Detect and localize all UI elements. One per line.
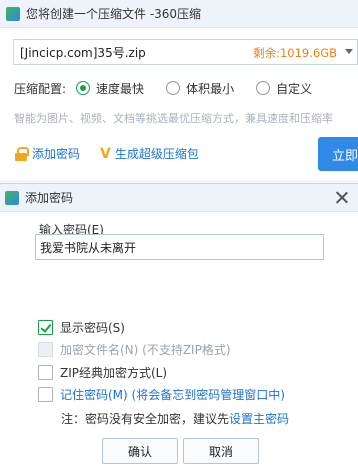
encrypt-filenames-option: 加密文件名(N) (不支持ZIP格式) [38,341,231,358]
add-password-dialog: 添加密码 输入密码(E) 显示密码(S) 加密文件名(N) (不支持ZIP格式)… [0,183,358,474]
dialog-title: 添加密码 [25,191,74,205]
security-note: 注：密码没有安全加密，建议先设置主密码 [61,410,289,427]
radio-custom[interactable] [256,81,271,95]
main-window: 您将创建一个压缩文件 -360压缩 [Jincicp.com]35号.zip 剩… [0,0,358,180]
free-space-label: 剩余:1019.6GB [253,46,337,60]
close-icon[interactable] [332,188,352,208]
compression-options: 压缩配置: 速度最快 体积最小 自定义 [14,78,358,98]
radio-fastest-label[interactable]: 速度最快 [96,80,144,97]
remember-password-label[interactable]: 记住密码(M) (将会备忘到密码管理窗口中) [60,386,285,403]
set-master-password-link[interactable]: 设置主密码 [229,412,289,426]
main-window-title: 您将创建一个压缩文件 -360压缩 [26,7,202,21]
zip-classic-label[interactable]: ZIP经典加密方式(L) [60,364,167,381]
show-password-option[interactable]: 显示密码(S) [38,319,125,336]
cancel-button[interactable]: 取消 [183,438,259,464]
show-password-label[interactable]: 显示密码(S) [60,319,125,336]
super-package-link[interactable]: 生成超级压缩包 [115,145,199,162]
options-label: 压缩配置: [14,81,67,96]
main-titlebar: 您将创建一个压缩文件 -360压缩 [0,0,358,28]
dialog-titlebar: 添加密码 [0,184,358,212]
remember-password-option[interactable]: 记住密码(M) (将会备忘到密码管理窗口中) [38,386,285,403]
zip-classic-checkbox[interactable] [38,365,53,380]
extra-actions: 添加密码 V 生成超级压缩包 [14,145,199,162]
security-note-text: 注：密码没有安全加密，建议先 [61,412,230,426]
encrypt-filenames-label: 加密文件名(N) (不支持ZIP格式) [60,343,231,357]
radio-custom-label[interactable]: 自定义 [276,80,312,97]
compress-now-button[interactable]: 立即压缩 [318,137,358,171]
add-password-link[interactable]: 添加密码 [32,145,80,162]
v-badge-icon: V [100,145,111,162]
password-input[interactable] [35,234,324,260]
show-password-checkbox[interactable] [38,320,53,335]
encrypt-filenames-checkbox [38,342,53,357]
app-logo-icon [5,190,19,205]
radio-smallest-label[interactable]: 体积最小 [186,80,234,97]
lock-icon [14,146,29,161]
radio-fastest[interactable] [76,81,91,95]
zip-classic-option[interactable]: ZIP经典加密方式(L) [38,364,167,381]
remember-password-checkbox[interactable] [38,387,53,402]
chevron-down-icon[interactable] [345,49,353,54]
output-file-field[interactable]: [Jincicp.com]35号.zip 剩余:1019.6GB [13,39,358,65]
options-hint: 智能为图片、视频、文档等挑选最优压缩方式，兼具速度和压缩率 [14,112,333,125]
app-logo-icon [6,6,20,21]
file-name: [Jincicp.com]35号.zip [20,45,146,60]
confirm-button[interactable]: 确认 [102,438,178,464]
radio-smallest[interactable] [166,81,181,95]
